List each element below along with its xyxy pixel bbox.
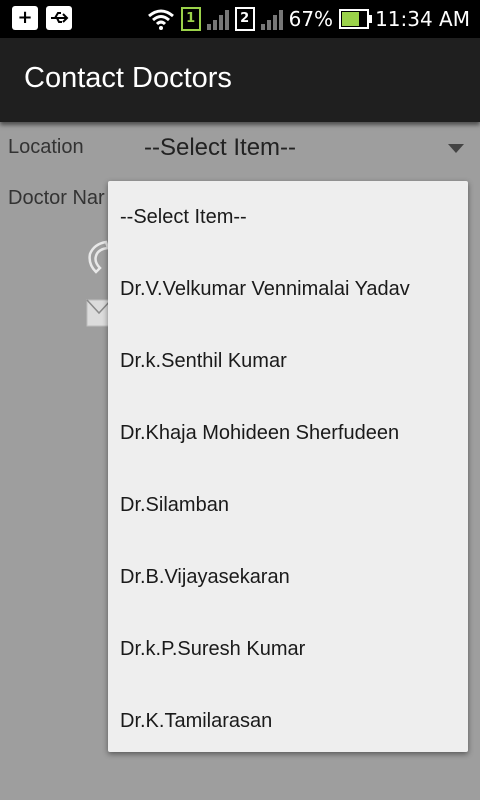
dropdown-item[interactable]: Dr.Silamban bbox=[108, 469, 468, 541]
add-icon: + bbox=[12, 6, 38, 30]
sim2-icon: 2 bbox=[234, 7, 255, 31]
location-spinner[interactable]: --Select Item-- bbox=[142, 132, 472, 168]
dropdown-item[interactable]: Dr.Khaja Mohideen Sherfudeen bbox=[108, 397, 468, 469]
dropdown-item[interactable]: Dr.k.P.Suresh Kumar bbox=[108, 613, 468, 685]
action-bar: Contact Doctors bbox=[0, 38, 480, 122]
battery-percent: 67% bbox=[288, 7, 334, 31]
usb-icon bbox=[46, 6, 72, 30]
dropdown-item[interactable]: Dr.B.Vijayasekaran bbox=[108, 541, 468, 613]
dropdown-item[interactable]: --Select Item-- bbox=[108, 181, 468, 253]
location-label: Location bbox=[8, 136, 84, 158]
signal-icon bbox=[260, 8, 283, 30]
signal-icon bbox=[206, 8, 229, 30]
dropdown-item[interactable]: Dr.k.Senthil Kumar bbox=[108, 325, 468, 397]
clock: 11:34 AM bbox=[375, 7, 470, 31]
page-title: Contact Doctors bbox=[24, 62, 232, 94]
dropdown-item[interactable]: Dr.K.Tamilarasan bbox=[108, 685, 468, 757]
battery-charging-icon bbox=[339, 9, 373, 29]
sim1-icon: 1 bbox=[180, 7, 201, 31]
doctor-dropdown-list: --Select Item-- Dr.V.Velkumar Vennimalai… bbox=[108, 181, 468, 752]
doctor-name-label: Doctor Nar bbox=[8, 187, 105, 209]
location-spinner-value: --Select Item-- bbox=[144, 134, 297, 161]
chevron-down-icon bbox=[448, 144, 464, 153]
dropdown-item[interactable]: Dr.V.Velkumar Vennimalai Yadav bbox=[108, 253, 468, 325]
status-bar: + 1 2 67% 11:34 AM bbox=[0, 0, 480, 38]
wifi-icon bbox=[147, 9, 174, 30]
